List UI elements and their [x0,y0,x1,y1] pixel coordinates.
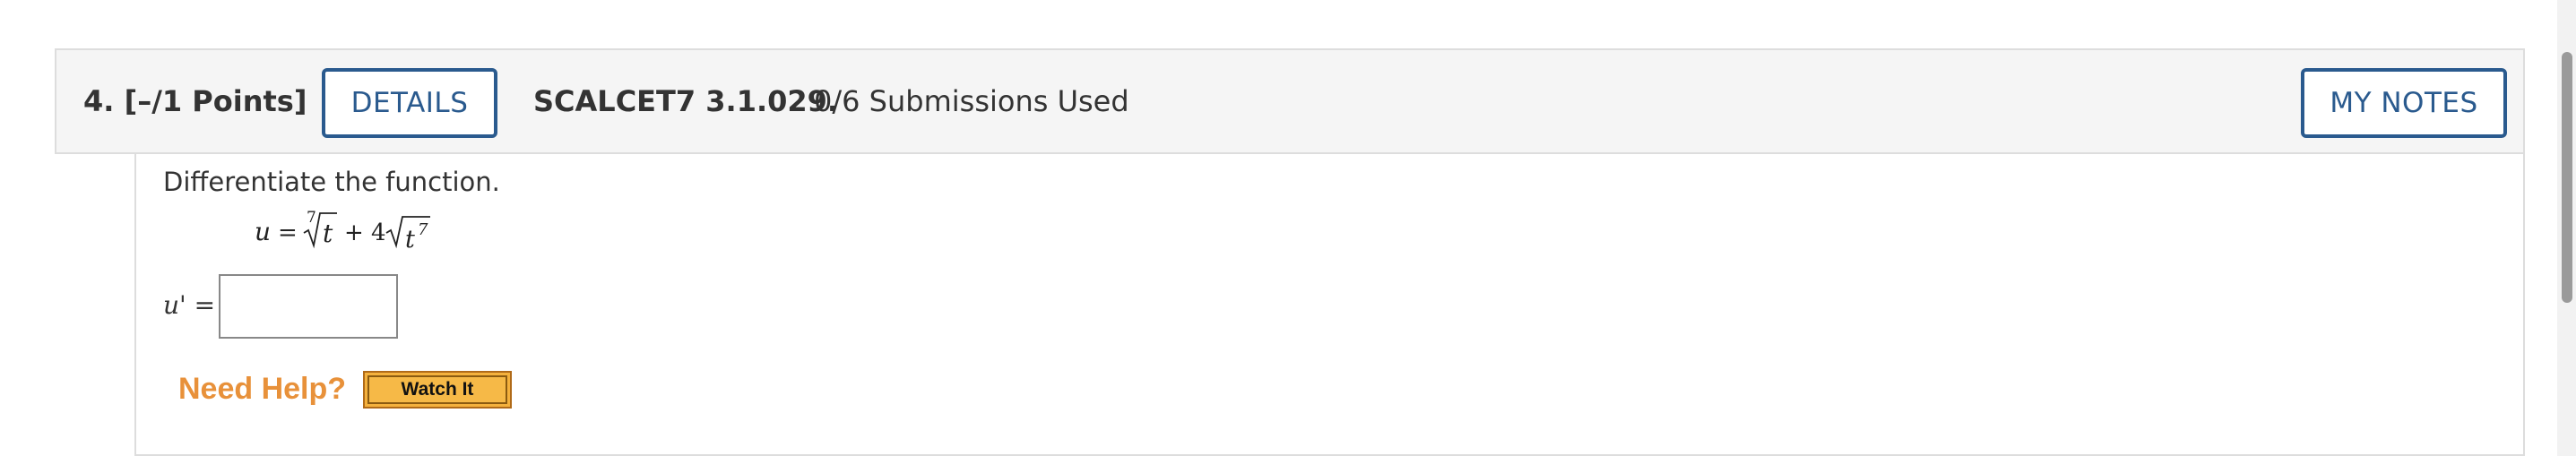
root2-base: t [405,226,415,254]
answer-label: u' = [163,290,216,320]
answer-input[interactable] [219,274,398,339]
equation-lhs: u [255,217,271,246]
root2-exponent: 7 [418,220,428,239]
equation-equals: = [278,219,298,246]
question-points: 4. [–/1 Points] [83,84,307,118]
question-page: 4. [–/1 Points] DETAILS SCALCET7 3.1.029… [0,0,2576,456]
scrollbar-thumb[interactable] [2562,52,2572,303]
need-help-label: Need Help? [178,372,347,406]
question-body: Differentiate the function. u = 7 t + 4 … [134,154,2525,456]
watch-it-label: Watch It [367,375,507,404]
equation-plus: + [344,219,364,246]
my-notes-button[interactable]: MY NOTES [2301,68,2507,138]
submissions-count: 0/6 Submissions Used [814,84,1129,118]
problem-code: SCALCET7 3.1.029. [533,84,839,118]
root-index: 7 [307,209,316,227]
equation-coefficient: 4 [371,219,386,246]
instruction-text: Differentiate the function. [163,167,500,197]
details-button[interactable]: DETAILS [322,68,497,138]
root1-radicand: t [323,219,333,248]
question-header: 4. [–/1 Points] DETAILS SCALCET7 3.1.029… [55,48,2525,154]
watch-it-button[interactable]: Watch It [363,371,512,409]
equation-graphic: u = 7 t + 4 t 7 [255,209,430,254]
